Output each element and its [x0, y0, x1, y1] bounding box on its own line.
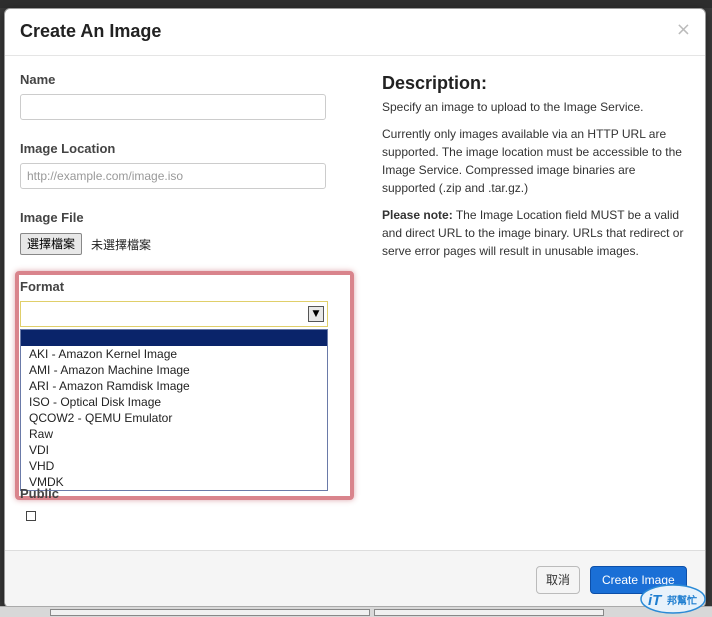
backdrop: [0, 0, 712, 8]
taskbar-item[interactable]: [374, 609, 604, 616]
svg-text:iT: iT: [648, 592, 663, 609]
image-file-label: Image File: [20, 210, 84, 225]
taskbar: [0, 606, 712, 617]
choose-file-button[interactable]: 選擇檔案: [20, 233, 83, 255]
svg-text:邦幫忙: 邦幫忙: [667, 594, 697, 607]
description-paragraph-1: Specify an image to upload to the Image …: [382, 100, 644, 114]
description-title: Description:: [382, 73, 488, 93]
public-label: Public: [20, 486, 60, 501]
format-dropdown-list: AKI - Amazon Kernel Image AMI - Amazon M…: [20, 329, 328, 491]
public-checkbox[interactable]: [26, 511, 36, 521]
file-status-text: 未選擇檔案: [91, 238, 152, 252]
format-option-raw[interactable]: Raw: [21, 426, 327, 442]
name-input[interactable]: [20, 94, 326, 120]
format-label: Format: [20, 279, 65, 294]
ithome-watermark-logo: iT 邦幫忙: [640, 584, 706, 614]
modal-footer: 取消 Create Image: [5, 550, 705, 607]
cancel-button[interactable]: 取消: [536, 566, 581, 594]
description-note: Please note: The Image Location field MU…: [382, 206, 692, 260]
format-option-ami[interactable]: AMI - Amazon Machine Image: [21, 362, 327, 378]
modal-title: Create An Image: [20, 21, 162, 41]
format-option-blank[interactable]: [21, 330, 327, 346]
chevron-down-icon[interactable]: ▼: [308, 306, 324, 322]
format-option-ari[interactable]: ARI - Amazon Ramdisk Image: [21, 378, 327, 394]
name-label: Name: [20, 72, 56, 87]
modal-header: Create An Image ×: [5, 9, 705, 56]
format-option-vdi[interactable]: VDI: [21, 442, 327, 458]
format-select[interactable]: ▼: [20, 301, 328, 327]
description-paragraph-2: Currently only images available via an H…: [382, 127, 682, 195]
create-image-dialog: Create An Image × Name Image Location Im…: [4, 8, 706, 608]
image-location-input[interactable]: [20, 163, 326, 189]
format-option-qcow2[interactable]: QCOW2 - QEMU Emulator: [21, 410, 327, 426]
format-option-vhd[interactable]: VHD: [21, 458, 327, 474]
image-location-label: Image Location: [20, 141, 116, 156]
close-icon[interactable]: ×: [676, 19, 691, 40]
format-option-vmdk[interactable]: VMDK: [21, 474, 327, 490]
format-option-iso[interactable]: ISO - Optical Disk Image: [21, 394, 327, 410]
format-option-aki[interactable]: AKI - Amazon Kernel Image: [21, 346, 327, 362]
taskbar-item[interactable]: [50, 609, 370, 616]
note-label: Please note:: [382, 208, 453, 222]
